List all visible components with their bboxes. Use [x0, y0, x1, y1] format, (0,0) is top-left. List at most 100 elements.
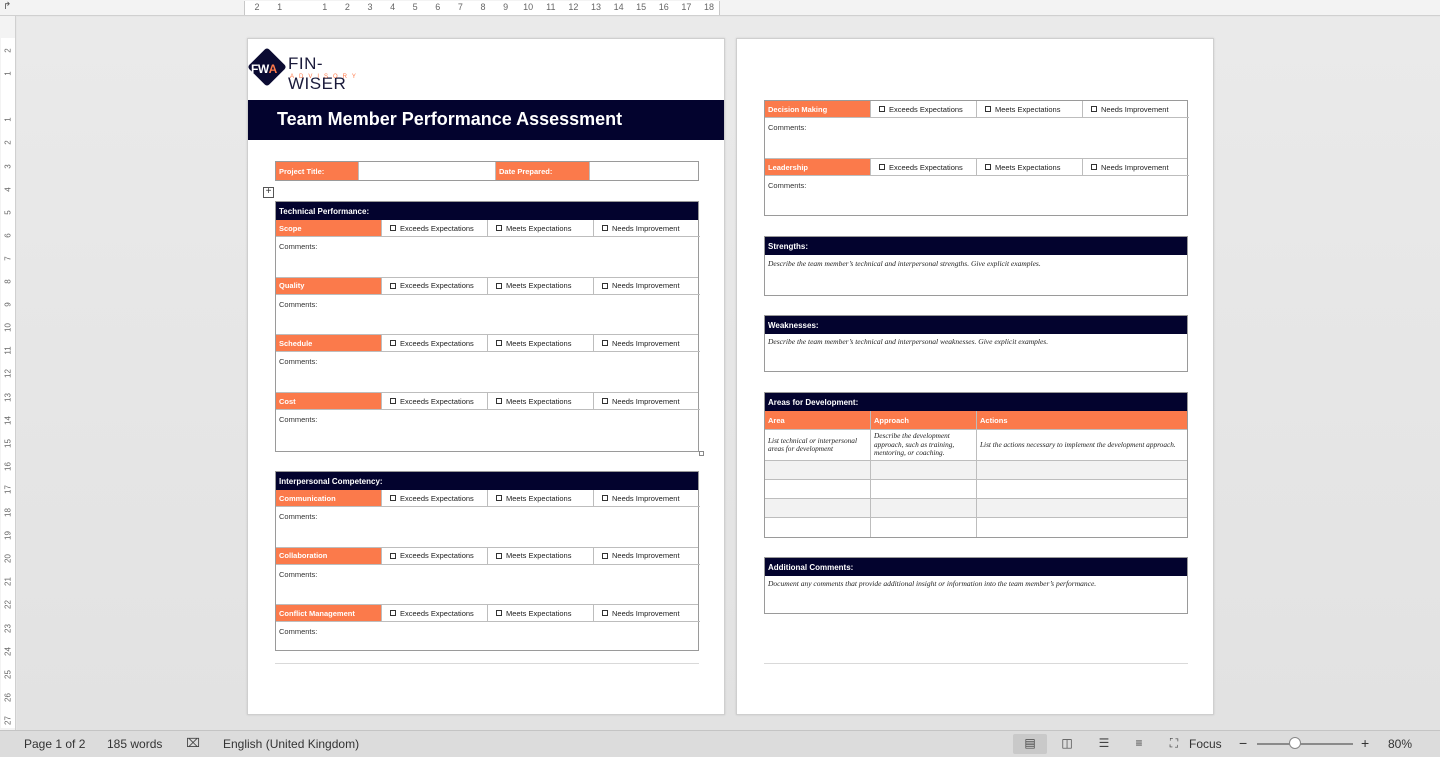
rating-option[interactable]: Meets Expectations	[488, 220, 594, 237]
rating-option[interactable]: Meets Expectations	[977, 101, 1083, 118]
checkbox-icon[interactable]	[1091, 164, 1097, 170]
focus-button[interactable]: Focus	[1189, 737, 1222, 751]
zoom-slider-knob[interactable]	[1289, 737, 1302, 749]
checkbox-icon[interactable]	[602, 495, 608, 501]
page-1[interactable]: FWA FIN-WISER ADVISORY Team Member Perfo…	[247, 38, 725, 715]
page-count[interactable]: Page 1 of 2	[24, 737, 85, 751]
rating-option[interactable]: Meets Expectations	[488, 547, 594, 565]
development-cell[interactable]	[977, 480, 1187, 499]
zoom-in-button[interactable]: +	[1361, 735, 1369, 751]
rating-option[interactable]: Needs Improvement	[594, 605, 700, 623]
rating-option[interactable]: Exceeds Expectations	[382, 335, 488, 353]
comments-field[interactable]: Comments:	[279, 242, 317, 251]
strengths-hint[interactable]: Describe the team member’s technical and…	[768, 259, 1041, 268]
rating-option[interactable]: Exceeds Expectations	[871, 101, 977, 118]
checkbox-icon[interactable]	[602, 282, 608, 289]
checkbox-icon[interactable]	[602, 398, 608, 405]
outline-view-icon[interactable]: ☰	[1096, 736, 1112, 750]
rating-option[interactable]: Needs Improvement	[1083, 159, 1189, 176]
rating-option[interactable]: Exceeds Expectations	[382, 490, 488, 507]
comments-field[interactable]: Comments:	[768, 181, 806, 190]
rating-option[interactable]: Needs Improvement	[594, 335, 700, 353]
comments-field[interactable]: Comments:	[279, 627, 317, 636]
rating-option[interactable]: Meets Expectations	[488, 277, 594, 295]
language-indicator[interactable]: English (United Kingdom)	[223, 737, 359, 751]
checkbox-icon[interactable]	[390, 225, 396, 231]
document-canvas[interactable]: FWA FIN-WISER ADVISORY Team Member Perfo…	[17, 17, 1440, 730]
comments-field[interactable]: Comments:	[279, 415, 317, 424]
development-cell[interactable]	[977, 461, 1187, 480]
zoom-level[interactable]: 80%	[1388, 737, 1412, 751]
checkbox-icon[interactable]	[390, 610, 396, 617]
rating-option[interactable]: Meets Expectations	[488, 490, 594, 507]
additional-comments-hint[interactable]: Document any comments that provide addit…	[768, 579, 1096, 588]
rating-option[interactable]: Exceeds Expectations	[871, 159, 977, 176]
development-cell[interactable]	[977, 499, 1187, 518]
proofing-icon[interactable]: ⌧	[185, 736, 201, 750]
project-title-field[interactable]	[359, 162, 496, 180]
focus-icon[interactable]: ⛶	[1166, 736, 1182, 750]
comments-field[interactable]: Comments:	[279, 357, 317, 366]
checkbox-icon[interactable]	[496, 398, 502, 405]
tab-selector-icon[interactable]: ↱	[3, 1, 11, 12]
rating-option[interactable]: Needs Improvement	[1083, 101, 1189, 118]
checkbox-icon[interactable]	[496, 552, 502, 559]
rating-option[interactable]: Meets Expectations	[488, 605, 594, 623]
checkbox-icon[interactable]	[879, 164, 885, 170]
checkbox-icon[interactable]	[390, 340, 396, 347]
development-cell[interactable]	[871, 461, 977, 480]
document-title[interactable]: Team Member Performance Assessment	[277, 109, 622, 130]
development-cell[interactable]	[765, 461, 871, 480]
checkbox-icon[interactable]	[985, 106, 991, 112]
comments-field[interactable]: Comments:	[279, 570, 317, 579]
comments-field[interactable]: Comments:	[279, 512, 317, 521]
rating-option[interactable]: Meets Expectations	[488, 335, 594, 353]
checkbox-icon[interactable]	[496, 225, 502, 231]
rating-option[interactable]: Meets Expectations	[488, 393, 594, 411]
vertical-ruler[interactable]: 2 1 1 2 3 4 5 6 7 8 9 10 11 12 13 14 15 16 17 18 19 20 21 22 23 2…	[0, 16, 16, 730]
development-cell[interactable]	[765, 480, 871, 499]
checkbox-icon[interactable]	[496, 495, 502, 501]
rating-option[interactable]: Exceeds Expectations	[382, 393, 488, 411]
checkbox-icon[interactable]	[1091, 106, 1097, 112]
checkbox-icon[interactable]	[602, 225, 608, 231]
rating-option[interactable]: Needs Improvement	[594, 490, 700, 507]
checkbox-icon[interactable]	[985, 164, 991, 170]
development-cell[interactable]	[765, 499, 871, 518]
rating-option[interactable]: Needs Improvement	[594, 278, 700, 295]
print-layout-icon[interactable]: ▤	[1013, 734, 1047, 754]
table-resize-handle[interactable]	[699, 451, 704, 456]
development-hint-cell[interactable]: List technical or interpersonal areas fo…	[765, 430, 871, 461]
date-prepared-field[interactable]	[590, 162, 698, 180]
development-cell[interactable]	[765, 518, 871, 537]
zoom-out-button[interactable]: −	[1239, 735, 1247, 751]
draft-view-icon[interactable]: ≡	[1131, 736, 1147, 750]
comments-field[interactable]: Comments:	[279, 300, 317, 309]
checkbox-icon[interactable]	[390, 398, 396, 405]
rating-option[interactable]: Needs Improvement	[594, 548, 700, 565]
weaknesses-hint[interactable]: Describe the team member’s technical and…	[768, 337, 1048, 346]
rating-option[interactable]: Needs Improvement	[594, 220, 700, 237]
rating-option[interactable]: Exceeds Expectations	[382, 220, 488, 237]
horizontal-ruler[interactable]: ↱ 2 1 1 2 3 4 5 6 7 8 9 10 11 12 13 14 15 16 17 18	[0, 0, 1440, 16]
rating-option[interactable]: Exceeds Expectations	[382, 547, 488, 565]
checkbox-icon[interactable]	[602, 552, 608, 559]
checkbox-icon[interactable]	[496, 610, 502, 617]
checkbox-icon[interactable]	[879, 106, 885, 112]
development-hint-cell[interactable]: Describe the development approach, such …	[871, 430, 977, 461]
table-move-handle-icon[interactable]: +	[263, 187, 274, 198]
development-cell[interactable]	[977, 518, 1187, 537]
development-cell[interactable]	[871, 499, 977, 518]
rating-option[interactable]: Exceeds Expectations	[382, 277, 488, 295]
development-cell[interactable]	[871, 518, 977, 537]
word-count[interactable]: 185 words	[107, 737, 162, 751]
rating-option[interactable]: Needs Improvement	[594, 393, 700, 411]
checkbox-icon[interactable]	[390, 495, 396, 501]
page-2[interactable]: Decision Making Exceeds Expectations Meets…	[736, 38, 1214, 715]
comments-field[interactable]: Comments:	[768, 123, 806, 132]
checkbox-icon[interactable]	[390, 552, 396, 559]
rating-option[interactable]: Meets Expectations	[977, 159, 1083, 176]
development-hint-cell[interactable]: List the actions necessary to implement …	[977, 430, 1187, 461]
checkbox-icon[interactable]	[390, 282, 396, 289]
checkbox-icon[interactable]	[602, 610, 608, 617]
